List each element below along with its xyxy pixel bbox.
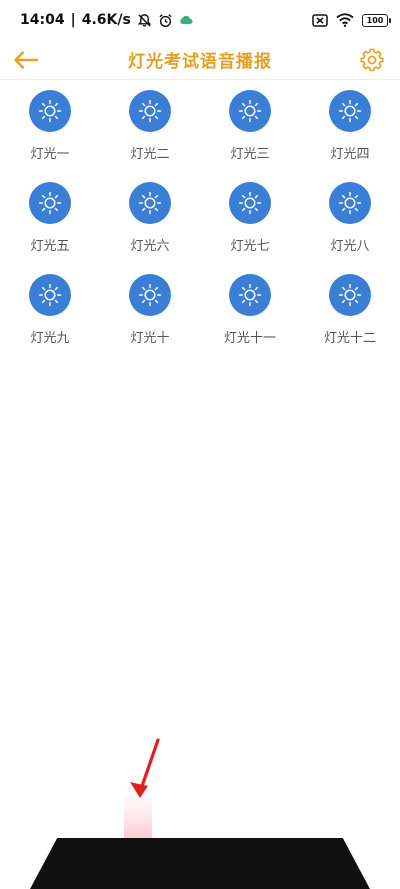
wifi-icon — [336, 13, 354, 27]
light-item[interactable]: 灯光二 — [100, 82, 200, 174]
sun-icon — [329, 182, 371, 224]
light-item[interactable]: 灯光十一 — [200, 266, 300, 358]
sun-icon — [129, 274, 171, 316]
status-right: 100 — [312, 13, 391, 27]
sun-icon — [29, 182, 71, 224]
light-item[interactable]: 灯光十 — [100, 266, 200, 358]
status-separator: | — [70, 12, 76, 28]
status-bar: 14:04 | 4.6K/s 100 — [0, 0, 400, 40]
page-title: 灯光考试语音播报 — [128, 52, 272, 72]
light-label: 灯光六 — [130, 239, 170, 254]
sun-icon — [329, 274, 371, 316]
sun-icon — [29, 274, 71, 316]
settings-button[interactable] — [358, 46, 386, 74]
sun-icon — [229, 182, 271, 224]
cloud-icon — [179, 15, 193, 25]
light-item[interactable]: 灯光八 — [300, 174, 400, 266]
gear-icon — [360, 48, 384, 72]
light-label: 灯光四 — [330, 147, 370, 162]
light-item[interactable]: 灯光一 — [0, 82, 100, 174]
mute-bell-icon — [137, 13, 152, 28]
light-label: 灯光三 — [230, 147, 270, 162]
sun-icon — [329, 90, 371, 132]
red-pointer-arrow — [124, 738, 160, 840]
light-label: 灯光十二 — [323, 331, 376, 346]
sun-icon — [129, 182, 171, 224]
light-item[interactable]: 灯光九 — [0, 266, 100, 358]
gesture-bar[interactable] — [30, 838, 370, 889]
back-arrow-icon — [14, 51, 39, 69]
light-item[interactable]: 灯光十二 — [300, 266, 400, 358]
status-left: 14:04 | 4.6K/s — [20, 12, 193, 28]
light-label: 灯光五 — [30, 239, 70, 254]
alarm-clock-icon — [158, 13, 173, 28]
light-item[interactable]: 灯光六 — [100, 174, 200, 266]
sun-icon — [29, 90, 71, 132]
light-label: 灯光八 — [330, 239, 370, 254]
sun-icon — [229, 90, 271, 132]
light-grid: 灯光一 灯光二 灯光三 灯光四灯光五 灯光六 灯光七 灯光八灯光九 灯光十 灯光十一 灯光十二 — [0, 82, 400, 358]
title-bar: 灯光考试语音播报 — [0, 40, 400, 80]
light-item[interactable]: 灯光七 — [200, 174, 300, 266]
light-label: 灯光十一 — [223, 331, 276, 346]
sun-icon — [129, 90, 171, 132]
light-label: 灯光二 — [130, 147, 170, 162]
light-item[interactable]: 灯光三 — [200, 82, 300, 174]
light-label: 灯光七 — [230, 239, 270, 254]
light-label: 灯光十 — [130, 331, 170, 346]
network-speed: 4.6K/s — [81, 12, 131, 28]
no-sim-icon — [312, 13, 328, 27]
light-item[interactable]: 灯光四 — [300, 82, 400, 174]
back-button[interactable] — [12, 47, 40, 73]
battery-icon: 100 — [362, 13, 391, 27]
light-item[interactable]: 灯光五 — [0, 174, 100, 266]
light-label: 灯光九 — [30, 331, 70, 346]
light-label: 灯光一 — [30, 147, 70, 162]
sun-icon — [229, 274, 271, 316]
status-time: 14:04 — [20, 12, 65, 28]
